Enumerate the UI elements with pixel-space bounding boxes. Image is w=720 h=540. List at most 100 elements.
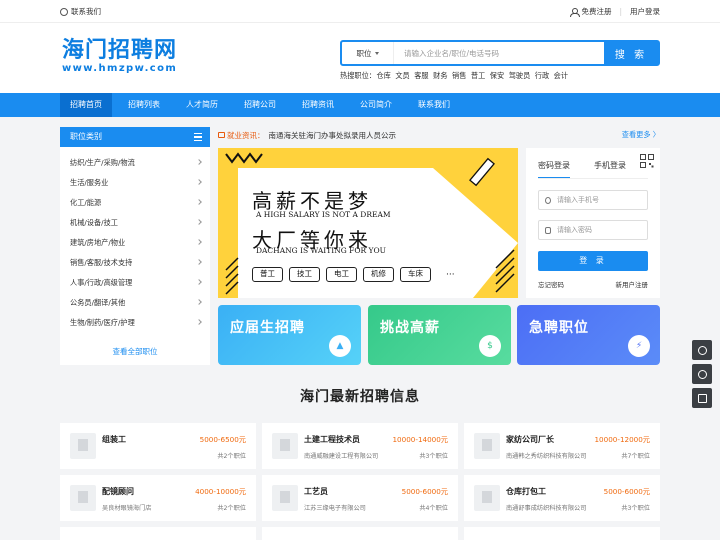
search-input[interactable] — [394, 42, 604, 64]
graduate-jobs-card[interactable]: 应届生招聘 ▲ — [218, 305, 361, 365]
main-nav: 招聘首页 招聘列表 人才简历 招聘公司 招聘资讯 公司简介 联系我们 — [0, 93, 720, 117]
hot-job-link[interactable]: 驾驶员 — [509, 71, 531, 81]
chevron-right-icon — [196, 259, 202, 265]
user-links: 免费注册 | 用户登录 — [570, 6, 660, 17]
job-title: 配镜顾问 — [102, 487, 134, 496]
lock-icon — [545, 226, 551, 234]
site-logo[interactable]: 海门招聘网 www.hmzpw.com — [62, 38, 178, 75]
job-count: 共4个职位 — [419, 505, 448, 512]
job-count: 共3个职位 — [621, 505, 650, 512]
nav-item-home[interactable]: 招聘首页 — [60, 93, 112, 117]
job-salary: 5000-6500元 — [199, 435, 246, 444]
hot-job-link[interactable]: 文员 — [395, 71, 409, 81]
support-chat-button[interactable] — [692, 340, 712, 360]
nav-item-jobs[interactable]: 招聘列表 — [118, 93, 170, 117]
category-item[interactable]: 销售/客服/技术支持 — [60, 253, 210, 273]
company-logo — [70, 485, 96, 511]
news-headline[interactable]: 南通海关驻海门办事处拟录用人员公示 — [269, 130, 397, 141]
tab-phone-login[interactable]: 手机登录 — [594, 160, 626, 179]
category-item[interactable]: 机械/设备/技工 — [60, 213, 210, 233]
category-item[interactable]: 公务员/翻译/其他 — [60, 293, 210, 313]
job-card[interactable] — [464, 527, 660, 540]
search-button[interactable]: 搜 索 — [604, 42, 658, 64]
category-item[interactable]: 化工/能源 — [60, 193, 210, 213]
tab-password-login[interactable]: 密码登录 — [538, 160, 570, 179]
job-salary: 10000-12000元 — [594, 435, 650, 444]
job-card[interactable]: 土建工程技术员 10000-14000元 南通威融建设工程有限公司 共3个职位 — [262, 423, 458, 469]
company-name: 南通韩之秀纺织科技有限公司 — [506, 453, 587, 460]
sidebar-header: 职位类别 — [60, 127, 210, 147]
job-card[interactable]: 家纺公司厂长 10000-12000元 南通韩之秀纺织科技有限公司 共7个职位 — [464, 423, 660, 469]
banner-tag: 普工 — [252, 267, 283, 282]
category-item[interactable]: 建筑/房地产/物业 — [60, 233, 210, 253]
register-link[interactable]: 免费注册 — [581, 6, 611, 17]
hot-job-link[interactable]: 销售 — [452, 71, 466, 81]
view-all-jobs-link[interactable]: 查看全部职位 — [60, 346, 210, 357]
money-bag-icon: $ — [479, 335, 501, 357]
lightning-icon: ⚡ — [628, 335, 650, 357]
hot-job-link[interactable]: 保安 — [490, 71, 504, 81]
top-bar: 联系我们 免费注册 | 用户登录 — [0, 0, 720, 23]
job-count: 共7个职位 — [621, 453, 650, 460]
job-title: 土建工程技术员 — [304, 435, 360, 444]
company-logo — [272, 485, 298, 511]
banner-tags: 普工 技工 电工 机修 车床 — [252, 267, 431, 282]
menu-icon — [194, 133, 202, 141]
hero-banner[interactable]: 高薪不是梦 A HIGH SALARY IS NOT A DREAM 大厂等你来… — [218, 148, 518, 298]
banner-tag: 电工 — [326, 267, 357, 282]
promo-title: 急聘职位 — [529, 320, 589, 336]
user-icon — [570, 7, 581, 17]
login-link[interactable]: 用户登录 — [630, 6, 660, 17]
job-card[interactable] — [60, 527, 256, 540]
job-card[interactable] — [262, 527, 458, 540]
category-item[interactable]: 人事/行政/高级管理 — [60, 273, 210, 293]
nav-item-news[interactable]: 招聘资讯 — [292, 93, 344, 117]
chevron-right-icon — [196, 299, 202, 305]
message-button[interactable] — [692, 388, 712, 408]
high-salary-card[interactable]: 挑战高薪 $ — [368, 305, 511, 365]
hot-job-link[interactable]: 行政 — [535, 71, 549, 81]
hot-job-link[interactable]: 财务 — [433, 71, 447, 81]
contact-label: 联系我们 — [71, 7, 101, 16]
search-type-select[interactable]: 职位 — [342, 42, 394, 64]
banner-tag: 技工 — [289, 267, 320, 282]
nav-item-about[interactable]: 公司简介 — [350, 93, 402, 117]
company-name: 吴良材眼镜海门店 — [102, 505, 152, 512]
hot-jobs: 热搜职位： 仓库 文员 客服 财务 销售 普工 保安 驾驶员 行政 会计 — [340, 71, 568, 81]
category-item[interactable]: 生活/服务业 — [60, 173, 210, 193]
company-logo — [272, 433, 298, 459]
user-center-button[interactable] — [692, 364, 712, 384]
job-card[interactable]: 工艺员 5000-6000元 江苏三缘电子有限公司 共4个职位 — [262, 475, 458, 521]
category-label: 生活/服务业 — [70, 178, 109, 187]
nav-item-resumes[interactable]: 人才简历 — [176, 93, 228, 117]
urgent-jobs-card[interactable]: 急聘职位 ⚡ — [517, 305, 660, 365]
job-title: 家纺公司厂长 — [506, 435, 554, 444]
nav-item-contact[interactable]: 联系我们 — [408, 93, 460, 117]
graduation-cap-icon: ▲ — [329, 335, 351, 357]
qr-code-icon[interactable] — [640, 154, 654, 168]
category-item[interactable]: 纺织/生产/采购/物流 — [60, 153, 210, 173]
logo-title: 海门招聘网 — [62, 38, 178, 63]
login-button[interactable]: 登 录 — [538, 251, 648, 271]
forgot-password-link[interactable]: 忘记密码 — [538, 279, 564, 289]
job-title: 组装工 — [102, 435, 126, 444]
person-icon — [545, 196, 551, 204]
contact-link[interactable]: 联系我们 — [60, 6, 101, 17]
category-item[interactable]: 生物/制药/医疗/护理 — [60, 313, 210, 333]
divider: | — [619, 7, 622, 16]
view-more-link[interactable]: 查看更多 〉 — [622, 130, 660, 140]
chevron-down-icon — [374, 51, 379, 55]
hot-job-link[interactable]: 会计 — [554, 71, 568, 81]
job-card[interactable]: 仓库打包工 5000-6000元 南通舒事成纺织科技有限公司 共3个职位 — [464, 475, 660, 521]
register-link[interactable]: 新用户注册 — [616, 279, 649, 289]
hot-job-link[interactable]: 仓库 — [376, 71, 390, 81]
hot-job-link[interactable]: 普工 — [471, 71, 485, 81]
nav-item-companies[interactable]: 招聘公司 — [234, 93, 286, 117]
header: 海门招聘网 www.hmzpw.com 职位 搜 索 热搜职位： 仓库 文员 客… — [0, 23, 720, 93]
job-title: 仓库打包工 — [506, 487, 546, 496]
job-card[interactable]: 组装工 5000-6500元 共2个职位 — [60, 423, 256, 469]
hot-job-link[interactable]: 客服 — [414, 71, 428, 81]
job-card[interactable]: 配镜顾问 4000-10000元 吴良材眼镜海门店 共2个职位 — [60, 475, 256, 521]
phone-field[interactable]: 请输入手机号 — [538, 190, 648, 210]
password-field[interactable]: 请输入密码 — [538, 220, 648, 240]
